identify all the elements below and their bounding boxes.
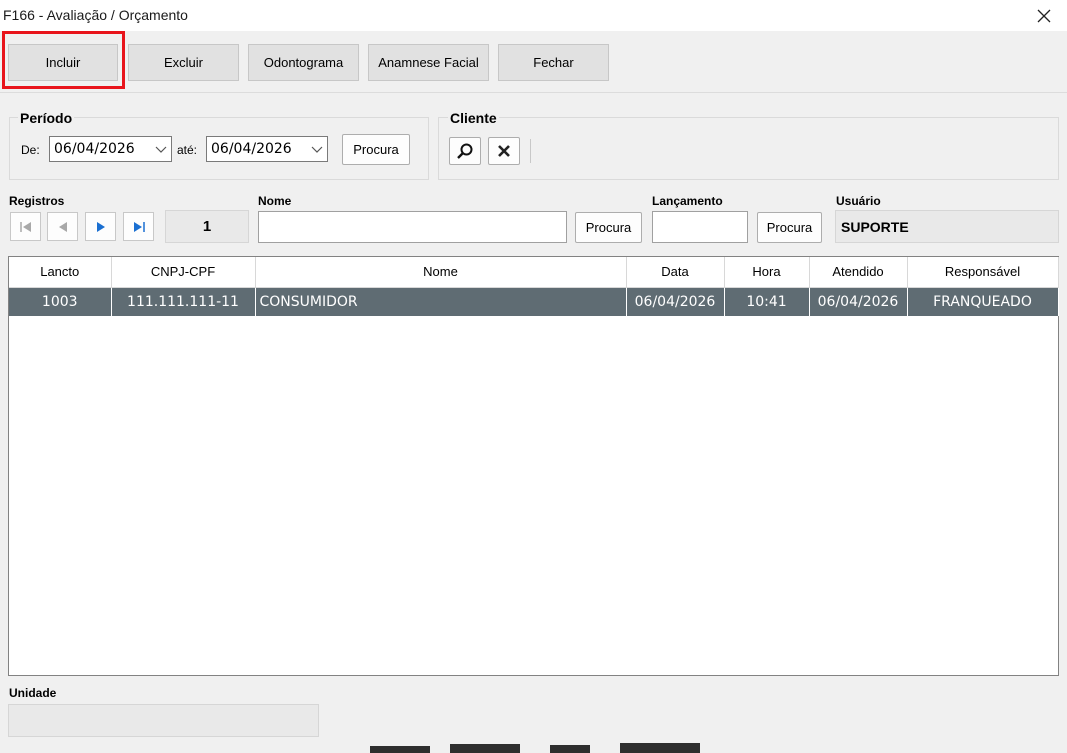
first-record-button[interactable] <box>10 212 41 241</box>
fechar-button[interactable]: Fechar <box>498 44 609 81</box>
first-icon <box>19 221 31 232</box>
cell-hora: 10:41 <box>724 287 810 316</box>
ate-date-picker[interactable]: 06/04/2026 <box>206 136 328 162</box>
ate-label: até: <box>177 143 198 157</box>
unidade-label: Unidade <box>9 686 57 700</box>
search-icon <box>457 143 473 159</box>
unidade-field <box>8 704 319 737</box>
nome-input[interactable] <box>258 211 567 243</box>
record-counter: 1 <box>165 210 249 243</box>
usuario-value: SUPORTE <box>835 210 1059 243</box>
close-icon <box>1037 9 1051 22</box>
avaliacao-orcamento-window: F166 - Avaliação / Orçamento Incluir Exc… <box>0 0 1067 753</box>
column-header-hora[interactable]: Hora <box>724 257 810 288</box>
column-header-atendido[interactable]: Atendido <box>809 257 908 288</box>
cliente-divider <box>530 139 531 163</box>
last-icon <box>133 221 145 232</box>
close-window-button[interactable] <box>1021 0 1067 31</box>
chevron-down-icon <box>155 146 167 153</box>
de-date-value: 06/04/2026 <box>54 141 135 157</box>
cell-responsavel: FRANQUEADO <box>907 287 1059 316</box>
excluir-button[interactable]: Excluir <box>128 44 239 81</box>
de-label: De: <box>21 143 40 157</box>
last-record-button[interactable] <box>123 212 154 241</box>
column-header-lancto[interactable]: Lancto <box>9 257 112 288</box>
orcamento-table: Lancto CNPJ-CPF Nome Data Hora Atendido … <box>9 257 1059 316</box>
previous-record-button[interactable] <box>47 212 78 241</box>
lancamento-input[interactable] <box>652 211 748 243</box>
column-header-responsavel[interactable]: Responsável <box>907 257 1059 288</box>
background-window-peek <box>360 738 720 753</box>
usuario-label: Usuário <box>836 194 881 208</box>
periodo-title: Período <box>18 110 75 126</box>
chevron-down-icon <box>311 146 323 153</box>
window-title: F166 - Avaliação / Orçamento <box>3 7 188 23</box>
column-header-nome[interactable]: Nome <box>255 257 627 288</box>
cell-data: 06/04/2026 <box>626 287 725 316</box>
column-header-data[interactable]: Data <box>626 257 725 288</box>
de-date-picker[interactable]: 06/04/2026 <box>49 136 172 162</box>
cliente-title: Cliente <box>448 110 499 126</box>
toolbar-separator <box>0 92 1067 93</box>
lancamento-procura-button[interactable]: Procura <box>757 212 822 243</box>
nome-procura-button[interactable]: Procura <box>575 212 642 243</box>
cell-nome: CONSUMIDOR <box>255 287 627 316</box>
incluir-highlight-box <box>2 31 125 89</box>
next-record-button[interactable] <box>85 212 116 241</box>
lancamento-label: Lançamento <box>652 194 723 208</box>
cell-cnpj-cpf: 111.111.111-11 <box>111 287 256 316</box>
close-icon <box>498 145 510 157</box>
anamnese-facial-button[interactable]: Anamnese Facial <box>368 44 489 81</box>
orcamento-grid[interactable]: Lancto CNPJ-CPF Nome Data Hora Atendido … <box>8 256 1059 676</box>
column-header-cnpj-cpf[interactable]: CNPJ-CPF <box>111 257 256 288</box>
cell-atendido: 06/04/2026 <box>809 287 908 316</box>
periodo-procura-button[interactable]: Procura <box>342 134 410 165</box>
cliente-search-button[interactable] <box>449 137 481 165</box>
previous-icon <box>58 221 67 232</box>
registros-label: Registros <box>9 194 65 208</box>
cell-lancto: 1003 <box>9 287 112 316</box>
ate-date-value: 06/04/2026 <box>211 141 292 157</box>
odontograma-button[interactable]: Odontograma <box>248 44 359 81</box>
cliente-group <box>438 117 1059 180</box>
table-row[interactable]: 1003 111.111.111-11 CONSUMIDOR 06/04/202… <box>9 287 1059 316</box>
next-icon <box>96 221 105 232</box>
table-header-row: Lancto CNPJ-CPF Nome Data Hora Atendido … <box>9 257 1059 288</box>
title-bar: F166 - Avaliação / Orçamento <box>0 0 1067 31</box>
cliente-clear-button[interactable] <box>488 137 520 165</box>
nome-label: Nome <box>258 194 292 208</box>
